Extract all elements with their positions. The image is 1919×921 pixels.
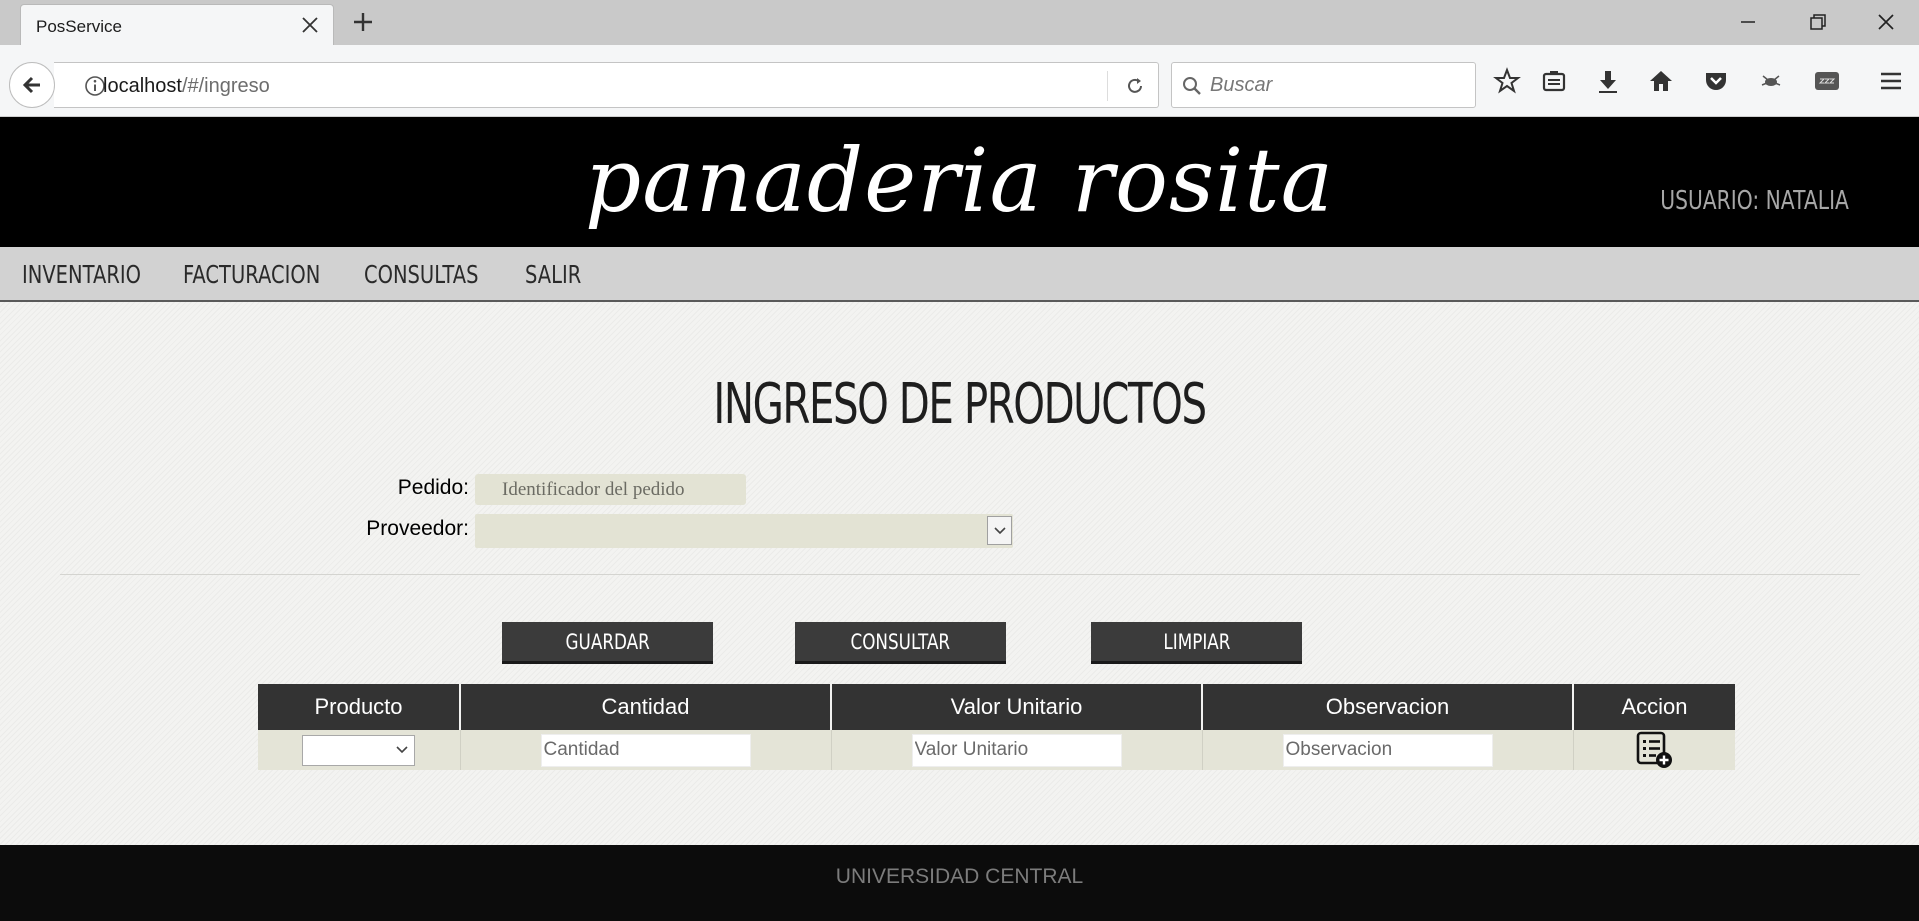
header-accion: Accion	[1573, 684, 1735, 730]
search-bar[interactable]	[1171, 62, 1476, 108]
nav-item-consultas[interactable]: CONSULTAS	[364, 260, 479, 289]
footer-text: UNIVERSIDAD CENTRAL	[835, 865, 1084, 888]
restore-icon[interactable]	[1804, 8, 1832, 36]
valor-unitario-input[interactable]	[911, 733, 1122, 767]
consultar-label: CONSULTAR	[850, 629, 951, 654]
home-icon[interactable]	[1647, 67, 1675, 95]
table-row	[258, 730, 1735, 770]
nav-item-salir[interactable]: SALIR	[525, 260, 581, 289]
header-cantidad: Cantidad	[460, 684, 832, 730]
header-producto: Producto	[258, 684, 461, 730]
header-observacion: Observacion	[1202, 684, 1574, 730]
extension-bug-icon[interactable]	[1757, 67, 1785, 95]
back-button[interactable]	[9, 62, 55, 108]
tab-title: PosService	[36, 17, 122, 36]
url-host: localhost	[103, 75, 182, 97]
url-bar[interactable]: localhost/#/ingreso	[54, 62, 1159, 108]
browser-tab[interactable]: PosService	[20, 4, 334, 45]
productos-table: Producto Cantidad Valor Unitario Observa…	[258, 684, 1735, 770]
table-header-row: Producto Cantidad Valor Unitario Observa…	[258, 684, 1735, 730]
pedido-input[interactable]	[475, 474, 746, 505]
url-text[interactable]: localhost/#/ingreso	[103, 75, 270, 98]
main-content: INGRESO DE PRODUCTOS Pedido: Proveedor: …	[0, 302, 1919, 845]
url-divider	[1107, 71, 1108, 101]
minimize-icon[interactable]	[1734, 8, 1762, 36]
limpiar-label: LIMPIAR	[1162, 629, 1231, 654]
observacion-input[interactable]	[1282, 733, 1493, 767]
menu-icon[interactable]	[1877, 67, 1905, 95]
site-footer: UNIVERSIDAD CENTRAL	[0, 845, 1919, 921]
proveedor-dropdown-arrow[interactable]	[987, 516, 1012, 545]
observacion-cell	[1202, 730, 1574, 770]
user-label: USUARIO: NATALIA	[1660, 186, 1849, 216]
chevron-down-icon	[994, 527, 1006, 535]
consultar-button[interactable]: CONSULTAR	[795, 622, 1006, 664]
nav-item-inventario[interactable]: INVENTARIO	[22, 260, 141, 289]
site-header: panaderia rosita USUARIO: NATALIA	[0, 117, 1919, 247]
browser-tabstrip: PosService	[0, 0, 1919, 45]
header-valor-unitario: Valor Unitario	[831, 684, 1203, 730]
tab-close-icon[interactable]	[299, 14, 321, 36]
cantidad-cell	[460, 730, 832, 770]
search-icon	[1183, 77, 1201, 95]
valor-unitario-cell	[831, 730, 1203, 770]
page-title: INGRESO DE PRODUCTOS	[713, 372, 1207, 437]
nav-item-facturacion[interactable]: FACTURACION	[183, 260, 320, 289]
guardar-label: GUARDAR	[565, 629, 650, 654]
chevron-down-icon	[396, 745, 408, 753]
proveedor-select[interactable]	[475, 514, 1013, 548]
browser-toolbar: localhost/#/ingreso	[0, 45, 1919, 117]
bookmark-star-icon[interactable]	[1493, 67, 1521, 95]
producto-cell	[258, 730, 461, 770]
accion-cell	[1573, 730, 1735, 770]
producto-select[interactable]	[302, 734, 416, 766]
search-input[interactable]	[1210, 71, 1465, 99]
url-path: /#/ingreso	[181, 75, 270, 97]
back-arrow-icon	[22, 76, 40, 94]
main-nav: INVENTARIO FACTURACION CONSULTAS SALIR	[0, 247, 1919, 302]
add-row-icon[interactable]	[1634, 730, 1674, 770]
new-tab-icon[interactable]	[350, 9, 376, 35]
cantidad-input[interactable]	[540, 733, 751, 767]
close-window-icon[interactable]	[1872, 8, 1900, 36]
proveedor-label: Proveedor:	[366, 517, 469, 540]
divider	[60, 574, 1860, 575]
download-icon[interactable]	[1594, 67, 1622, 95]
reload-icon[interactable]	[1124, 75, 1146, 97]
guardar-button[interactable]: GUARDAR	[502, 622, 713, 664]
limpiar-button[interactable]: LIMPIAR	[1091, 622, 1302, 664]
pocket-icon[interactable]	[1702, 67, 1730, 95]
pedido-label: Pedido:	[397, 476, 469, 499]
extension-zzz-icon[interactable]	[1813, 67, 1841, 95]
reading-list-icon[interactable]	[1540, 67, 1568, 95]
site-logo: panaderia rosita	[584, 129, 1335, 232]
